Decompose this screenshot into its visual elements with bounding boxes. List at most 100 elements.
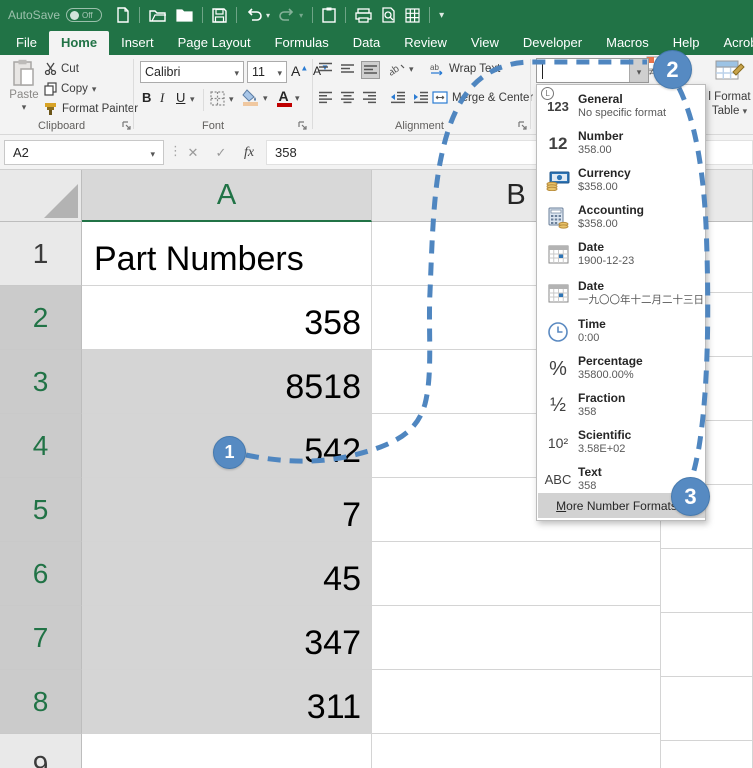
fill-color-button[interactable] xyxy=(242,89,268,106)
wrap-text-button[interactable]: ab Wrap Text xyxy=(430,62,500,76)
decrease-indent-button[interactable] xyxy=(390,91,406,107)
print-preview-icon[interactable] xyxy=(381,7,396,23)
merge-center-button[interactable]: Merge & Center xyxy=(432,91,542,104)
tab-developer[interactable]: Developer xyxy=(511,31,594,55)
underline-caret-icon[interactable] xyxy=(190,93,195,105)
insert-function-button[interactable]: fx xyxy=(236,140,262,165)
tab-file[interactable]: File xyxy=(4,31,49,55)
tab-view[interactable]: View xyxy=(459,31,511,55)
ribbon-tab-row: File Home Insert Page Layout Formulas Da… xyxy=(0,30,753,55)
select-all-button[interactable] xyxy=(0,170,82,222)
cell-b8[interactable] xyxy=(372,670,661,734)
borders-button[interactable] xyxy=(210,91,234,106)
row-header-7[interactable]: 7 xyxy=(0,606,82,670)
row-header-5[interactable]: 5 xyxy=(0,478,82,542)
cell-a3[interactable]: 8518 xyxy=(82,350,372,414)
cell-a6[interactable]: 45 xyxy=(82,542,372,606)
menu-item-date-short[interactable]: Date1900-12-23 xyxy=(538,236,704,273)
menu-item-time[interactable]: Time0:00 xyxy=(538,313,704,350)
enter-icon[interactable]: ✓ xyxy=(208,140,234,165)
orientation-button[interactable]: ab xyxy=(390,62,414,76)
font-name-value: Calibri xyxy=(145,65,180,79)
tab-formulas[interactable]: Formulas xyxy=(263,31,341,55)
format-as-table-caret-icon xyxy=(743,105,748,117)
cell-a7[interactable]: 347 xyxy=(82,606,372,670)
cell-a2[interactable]: 358 xyxy=(82,286,372,350)
tab-data[interactable]: Data xyxy=(341,31,392,55)
menu-item-number[interactable]: 12 Number358.00 xyxy=(538,125,704,162)
font-size-combobox[interactable]: 11 xyxy=(247,61,287,83)
tab-acrobat[interactable]: Acrobat xyxy=(711,31,753,55)
cell-b7[interactable] xyxy=(372,606,661,670)
row-header-9[interactable]: 9 xyxy=(0,734,82,768)
paste-caret-icon xyxy=(22,101,27,113)
paste-clipboard-icon xyxy=(12,59,36,87)
number-format-combobox[interactable] xyxy=(536,58,649,83)
menu-item-scientific[interactable]: 10² Scientific3.58E+02 xyxy=(538,424,704,461)
redo-button[interactable]: ▾ xyxy=(279,8,303,22)
row-header-4[interactable]: 4 xyxy=(0,414,82,478)
folder-icon[interactable] xyxy=(176,8,193,22)
top-align-button[interactable] xyxy=(318,62,333,78)
bold-button[interactable]: B xyxy=(142,90,151,105)
underline-button[interactable]: U xyxy=(176,90,185,105)
tab-page-layout[interactable]: Page Layout xyxy=(166,31,263,55)
borders-grid-icon[interactable] xyxy=(405,8,420,23)
new-document-icon[interactable] xyxy=(116,7,130,23)
font-name-combobox[interactable]: Calibri xyxy=(140,61,244,83)
open-folder-icon[interactable] xyxy=(149,8,167,22)
number-icon: 12 xyxy=(538,135,578,152)
autosave-label: AutoSave xyxy=(8,8,60,22)
align-center-button[interactable] xyxy=(340,91,355,107)
cell-b6[interactable] xyxy=(372,542,661,606)
cell-b9[interactable] xyxy=(372,734,661,768)
align-right-button[interactable] xyxy=(362,91,377,107)
row-header-8[interactable]: 8 xyxy=(0,670,82,734)
font-color-button[interactable]: A xyxy=(276,88,300,107)
increase-indent-button[interactable] xyxy=(413,91,429,107)
clipboard-tool-icon[interactable] xyxy=(322,7,336,23)
cell-a1[interactable]: Part Numbers xyxy=(82,222,372,286)
cell-a5[interactable]: 7 xyxy=(82,478,372,542)
save-icon[interactable] xyxy=(212,8,227,23)
cell-a9[interactable] xyxy=(82,734,372,768)
italic-button[interactable]: I xyxy=(160,90,164,106)
font-dialog-launcher-icon[interactable] xyxy=(298,121,308,131)
clipboard-dialog-launcher-icon[interactable] xyxy=(122,121,132,131)
tab-review[interactable]: Review xyxy=(392,31,459,55)
menu-item-date-long[interactable]: Date一九〇〇年十二月二十三日 xyxy=(538,273,704,313)
cell-a8[interactable]: 311 xyxy=(82,670,372,734)
customize-qat-icon[interactable]: ▾ xyxy=(439,10,444,21)
row-header-3[interactable]: 3 xyxy=(0,350,82,414)
bottom-align-button[interactable] xyxy=(362,62,379,78)
align-left-button[interactable] xyxy=(318,91,333,107)
menu-item-general[interactable]: L123 GeneralNo specific format xyxy=(538,88,704,125)
row-header-6[interactable]: 6 xyxy=(0,542,82,606)
menu-item-currency[interactable]: Currency$358.00 xyxy=(538,162,704,199)
row-header-2[interactable]: 2 xyxy=(0,286,82,350)
menu-item-fraction[interactable]: ½ Fraction358 xyxy=(538,387,704,424)
column-header-a[interactable]: A xyxy=(82,170,372,222)
number-format-dropdown-button[interactable] xyxy=(629,59,648,82)
cut-button[interactable]: Cut xyxy=(44,62,79,75)
name-box[interactable]: A2 xyxy=(4,140,164,165)
row-header-1[interactable]: 1 xyxy=(0,222,82,286)
scissors-icon xyxy=(44,62,57,75)
middle-align-button[interactable] xyxy=(340,62,355,78)
format-as-table-button[interactable]: l Format Table xyxy=(706,58,753,128)
tab-home[interactable]: Home xyxy=(49,31,109,55)
format-painter-button[interactable]: Format Painter xyxy=(44,102,138,115)
tab-insert[interactable]: Insert xyxy=(109,31,166,55)
font-size-caret-icon xyxy=(277,65,282,79)
autosave-toggle[interactable]: Off xyxy=(66,8,102,22)
menu-item-accounting[interactable]: Accounting $358.00 xyxy=(538,199,704,236)
alignment-dialog-launcher-icon[interactable] xyxy=(518,121,528,131)
grow-font-button[interactable]: A▲ xyxy=(291,63,308,79)
paste-button[interactable]: Paste xyxy=(6,59,42,125)
copy-button[interactable]: Copy xyxy=(44,82,96,96)
print-icon[interactable] xyxy=(355,8,372,23)
tab-macros[interactable]: Macros xyxy=(594,31,661,55)
cancel-icon[interactable]: ✕ xyxy=(180,140,206,165)
undo-button[interactable]: ▾ xyxy=(246,8,270,22)
menu-item-percentage[interactable]: % Percentage35800.00% xyxy=(538,350,704,387)
